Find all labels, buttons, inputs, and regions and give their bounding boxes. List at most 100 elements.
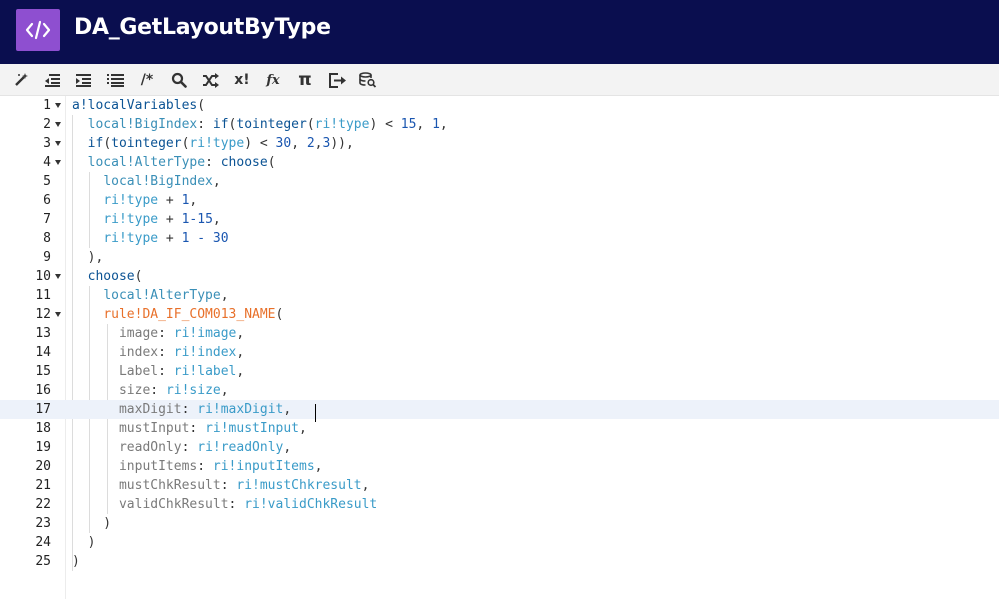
shuffle-icon[interactable] bbox=[199, 70, 221, 90]
code-text: Label: ri!label, bbox=[72, 362, 244, 381]
code-text: validChkResult: ri!validChkResult bbox=[72, 495, 377, 514]
code-line[interactable]: 6 ri!type + 1, bbox=[0, 191, 999, 210]
code-token: rule!DA_IF_COM013_NAME bbox=[103, 307, 276, 322]
code-token: image bbox=[118, 326, 159, 341]
line-number: 9 bbox=[43, 250, 51, 265]
code-line[interactable]: 18 mustInput: ri!mustInput, bbox=[0, 419, 999, 438]
code-token: ri!label bbox=[173, 364, 237, 379]
indent-icon[interactable] bbox=[72, 70, 94, 90]
pi-icon[interactable]: π bbox=[294, 70, 316, 90]
code-token: , bbox=[236, 364, 245, 379]
code-line[interactable]: 15 Label: ri!label, bbox=[0, 362, 999, 381]
line-number: 25 bbox=[35, 554, 51, 569]
fold-toggle-icon[interactable] bbox=[55, 312, 61, 317]
line-number: 24 bbox=[35, 535, 51, 550]
code-token: , bbox=[189, 193, 198, 208]
code-token: : bbox=[205, 155, 221, 170]
code-token: : bbox=[158, 345, 174, 360]
code-text: choose( bbox=[72, 267, 143, 286]
code-line[interactable]: 22 validChkResult: ri!validChkResult bbox=[0, 495, 999, 514]
code-line[interactable]: 2 local!BigIndex: if(tointeger(ri!type) … bbox=[0, 115, 999, 134]
code-token: ri!type bbox=[103, 212, 159, 227]
code-token: local!BigIndex bbox=[103, 174, 213, 189]
code-token: ri!type bbox=[103, 193, 159, 208]
code-token: choose bbox=[87, 269, 135, 284]
code-token: , bbox=[291, 136, 307, 151]
code-line[interactable]: 10 choose( bbox=[0, 267, 999, 286]
code-line[interactable]: 5 local!BigIndex, bbox=[0, 172, 999, 191]
code-editor[interactable]: 1 a!localVariables(2 local!BigIndex: if(t… bbox=[0, 96, 999, 599]
code-text: mustChkResult: ri!mustChkresult, bbox=[72, 476, 369, 495]
fold-toggle-icon[interactable] bbox=[55, 122, 61, 127]
code-token: , bbox=[236, 345, 245, 360]
line-number: 19 bbox=[35, 440, 51, 455]
outdent-icon[interactable] bbox=[41, 70, 63, 90]
comment-icon[interactable]: /* bbox=[136, 70, 158, 90]
line-number: 17 bbox=[35, 402, 51, 417]
code-line[interactable]: 25) bbox=[0, 552, 999, 571]
function-icon[interactable]: fx bbox=[262, 70, 284, 90]
code-token: ri!type bbox=[314, 117, 370, 132]
code-text: size: ri!size, bbox=[72, 381, 229, 400]
code-token: , bbox=[220, 288, 229, 303]
magic-wand-icon[interactable] bbox=[10, 70, 32, 90]
line-number: 3 bbox=[43, 136, 51, 151]
code-token: mustInput bbox=[118, 421, 190, 436]
code-token: choose bbox=[220, 155, 268, 170]
fold-toggle-icon[interactable] bbox=[55, 103, 61, 108]
code-line[interactable]: 4 local!AlterType: choose( bbox=[0, 153, 999, 172]
code-token: ) < bbox=[244, 136, 276, 151]
code-token: : bbox=[197, 117, 213, 132]
code-token: : bbox=[220, 478, 237, 493]
fold-toggle-icon[interactable] bbox=[55, 141, 61, 146]
code-token: ri!maxDigit bbox=[197, 402, 284, 417]
code-token: local!AlterType bbox=[103, 288, 221, 303]
code-line[interactable]: 11 local!AlterType, bbox=[0, 286, 999, 305]
code-line[interactable]: 7 ri!type + 1-15, bbox=[0, 210, 999, 229]
code-line[interactable]: 16 size: ri!size, bbox=[0, 381, 999, 400]
code-line[interactable]: 8 ri!type + 1 - 30 bbox=[0, 229, 999, 248]
code-text: readOnly: ri!readOnly, bbox=[72, 438, 291, 457]
code-line[interactable]: 9 ), bbox=[0, 248, 999, 267]
export-icon[interactable] bbox=[326, 70, 348, 90]
code-token: , bbox=[361, 478, 370, 493]
code-token: if bbox=[212, 117, 229, 132]
code-line[interactable]: 19 readOnly: ri!readOnly, bbox=[0, 438, 999, 457]
code-line[interactable]: 12 rule!DA_IF_COM013_NAME( bbox=[0, 305, 999, 324]
code-line[interactable]: 20 inputItems: ri!inputItems, bbox=[0, 457, 999, 476]
fold-toggle-icon[interactable] bbox=[55, 274, 61, 279]
code-token: : bbox=[181, 440, 198, 455]
code-text: a!localVariables( bbox=[72, 96, 205, 115]
code-line[interactable]: 17 maxDigit: ri!maxDigit, bbox=[0, 400, 999, 419]
code-token: ri!readOnly bbox=[197, 440, 284, 455]
code-token: ( bbox=[306, 117, 315, 132]
code-line[interactable]: 14 index: ri!index, bbox=[0, 343, 999, 362]
line-number: 1 bbox=[43, 98, 51, 113]
code-text: local!BigIndex: if(tointeger(ri!type) < … bbox=[72, 115, 448, 134]
code-line[interactable]: 13 image: ri!image, bbox=[0, 324, 999, 343]
code-line[interactable]: 23 ) bbox=[0, 514, 999, 533]
code-line[interactable]: 21 mustChkResult: ri!mustChkresult, bbox=[0, 476, 999, 495]
code-token: maxDigit bbox=[118, 402, 182, 417]
code-line[interactable]: 1 a!localVariables( bbox=[0, 96, 999, 115]
search-icon[interactable] bbox=[168, 70, 190, 90]
variable-icon[interactable]: x! bbox=[231, 70, 253, 90]
code-line[interactable]: 24 ) bbox=[0, 533, 999, 552]
code-token: ri!validChkResult bbox=[244, 497, 378, 512]
data-search-icon[interactable] bbox=[357, 70, 379, 90]
code-token: : bbox=[189, 421, 206, 436]
code-token: : bbox=[228, 497, 245, 512]
line-number: 10 bbox=[35, 269, 51, 284]
format-list-icon[interactable] bbox=[104, 70, 126, 90]
fold-toggle-icon[interactable] bbox=[55, 160, 61, 165]
code-token: validChkResult bbox=[118, 497, 229, 512]
code-token: ri!type bbox=[103, 231, 159, 246]
code-token: 30 bbox=[275, 136, 292, 151]
code-text: if(tointeger(ri!type) < 30, 2,3)), bbox=[72, 134, 354, 153]
code-line[interactable]: 3 if(tointeger(ri!type) < 30, 2,3)), bbox=[0, 134, 999, 153]
